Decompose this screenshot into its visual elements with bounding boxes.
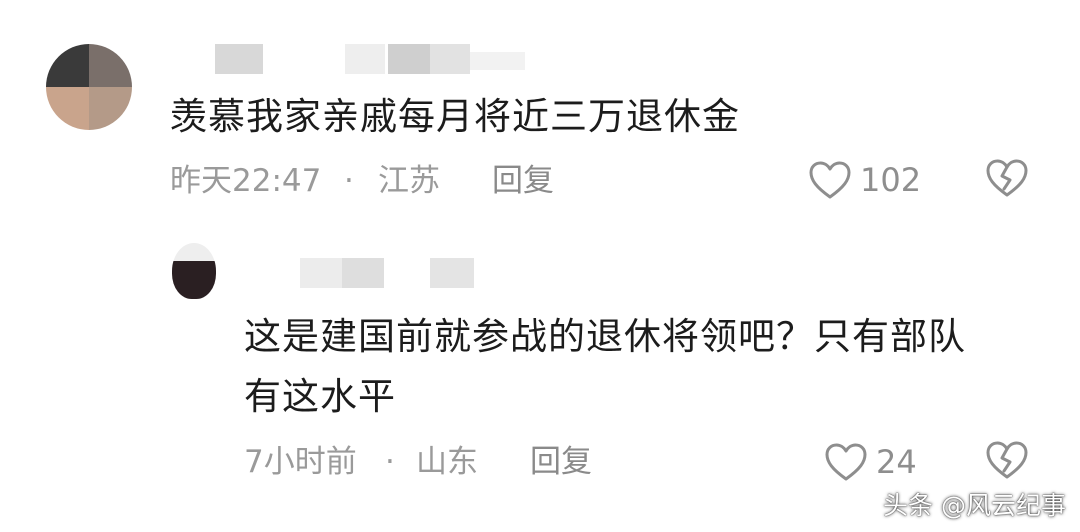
commenter-2-avatar[interactable] bbox=[172, 243, 216, 299]
watermark: 头条 @风云纪事 bbox=[883, 491, 1066, 520]
comment-1-like-button[interactable]: 102 bbox=[808, 158, 921, 202]
comment-2-separator: · bbox=[385, 444, 395, 480]
comment-2-text-line-2: 有这水平 bbox=[244, 375, 396, 418]
comment-1-dislike-button[interactable] bbox=[985, 158, 1029, 202]
comment-1-separator: · bbox=[344, 163, 354, 199]
broken-heart-icon bbox=[986, 159, 1028, 197]
comment-2-reply-button[interactable]: 回复 bbox=[530, 442, 592, 482]
comment-1-text: 羡慕我家亲戚每月将近三万退休金 bbox=[170, 95, 740, 138]
comment-1-like-count: 102 bbox=[860, 161, 922, 199]
heart-icon bbox=[809, 161, 851, 199]
comment-2-dislike-button[interactable] bbox=[985, 440, 1029, 484]
commenter-1-avatar[interactable] bbox=[46, 44, 132, 130]
comment-1-reply-button[interactable]: 回复 bbox=[492, 161, 554, 201]
comment-1-time: 昨天22:47 bbox=[170, 163, 322, 199]
comment-2-like-button[interactable]: 24 bbox=[824, 440, 917, 484]
heart-icon bbox=[825, 443, 867, 481]
comment-2-text-line-1: 这是建国前就参战的退休将领吧？只有部队 bbox=[244, 315, 966, 358]
comment-2-time: 7小时前 bbox=[244, 444, 357, 480]
broken-heart-icon bbox=[986, 441, 1028, 479]
comment-2-location: 山东 bbox=[416, 444, 478, 480]
comment-2-like-count: 24 bbox=[876, 443, 917, 481]
comment-1-location: 江苏 bbox=[378, 163, 440, 199]
